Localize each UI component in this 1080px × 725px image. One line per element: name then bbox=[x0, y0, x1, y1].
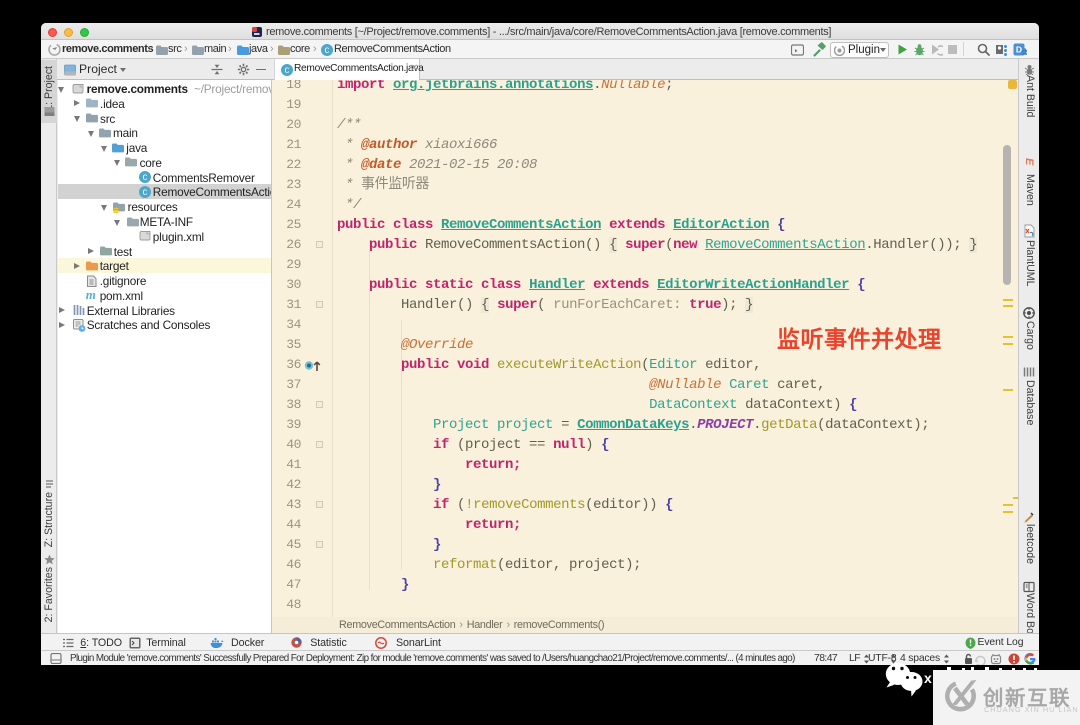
svg-text:C: C bbox=[142, 173, 147, 183]
svg-text:D: D bbox=[1016, 44, 1022, 54]
svg-text:C: C bbox=[284, 66, 289, 76]
svg-text:C: C bbox=[142, 188, 147, 198]
svg-text:C: C bbox=[324, 46, 329, 56]
